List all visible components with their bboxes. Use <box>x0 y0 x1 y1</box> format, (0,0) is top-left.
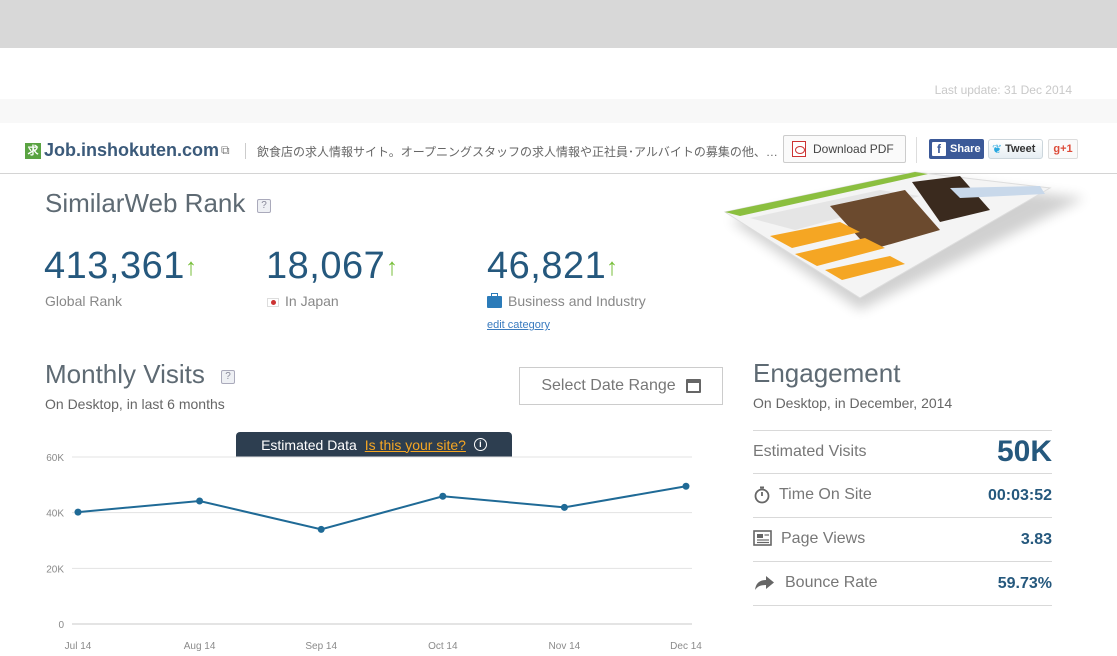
facebook-icon: f <box>932 142 946 156</box>
time-on-site-row: Time On Site 00:03:52 <box>753 474 1052 518</box>
data-point <box>682 482 690 490</box>
country-rank-value: 18,067 <box>266 245 386 287</box>
briefcase-icon <box>487 293 502 309</box>
page-views-value: 3.83 <box>1020 531 1052 548</box>
category-rank-up-arrow-icon: ↑ <box>606 254 618 281</box>
monthly-visits-chart: 0 20K 40K 60K Jul 14 Aug 14 Sep 14 Oct 14 Nov 14… <box>46 453 702 652</box>
date-range-label: Select Date Range <box>541 377 676 394</box>
site-screenshot-thumbnail <box>723 171 1085 310</box>
time-on-site-label: Time On Site <box>779 486 872 503</box>
engagement-section-title: Engagement <box>753 358 901 388</box>
x-tick-label: Dec 14 <box>670 641 702 652</box>
site-header-bar: 求 Job.inshokuten.com ⧉ 飲食店の求人情報サイト。オープニン… <box>0 99 1117 174</box>
x-tick-label: Sep 14 <box>305 641 337 652</box>
data-point <box>317 525 325 533</box>
rank-help-icon[interactable]: ? <box>257 199 271 213</box>
browser-top-bar <box>0 0 1117 48</box>
category-rank-label: Business and Industry <box>487 293 646 309</box>
y-tick-label: 40K <box>46 509 64 520</box>
calendar-icon <box>685 379 701 393</box>
country-rank-label: In Japan <box>267 293 339 309</box>
pdf-icon <box>792 141 806 157</box>
google-plus-button[interactable]: g+1 <box>1048 139 1078 159</box>
bounce-rate-value: 59.73% <box>997 575 1052 592</box>
page-views-label: Page Views <box>781 530 866 547</box>
x-tick-label: Aug 14 <box>184 641 216 652</box>
divider <box>245 143 246 159</box>
global-rank-up-arrow-icon: ↑ <box>185 254 197 281</box>
data-point <box>74 508 82 516</box>
estimated-visits-value: 50K <box>996 435 1052 468</box>
twitter-bird-icon: ❦ <box>992 142 1003 156</box>
visits-subtitle: On Desktop, in last 6 months <box>45 396 225 412</box>
global-rank-label: Global Rank <box>45 293 123 309</box>
select-date-range-button[interactable]: Select Date Range <box>519 367 723 405</box>
bounce-rate-label: Bounce Rate <box>785 574 878 591</box>
tweet-button[interactable]: ❦ Tweet <box>988 139 1043 159</box>
facebook-share-button[interactable]: f Share <box>929 139 984 159</box>
x-tick-label: Nov 14 <box>549 641 581 652</box>
global-rank-value: 413,361 <box>44 245 185 287</box>
visits-help-icon[interactable]: ? <box>221 370 235 384</box>
stopwatch-icon <box>754 486 770 504</box>
last-update-text: Last update: 31 Dec 2014 <box>934 83 1072 97</box>
y-tick-label: 60K <box>46 453 64 464</box>
site-favicon-icon: 求 <box>25 143 41 159</box>
page-views-row: Page Views 3.83 <box>753 518 1052 562</box>
category-rank-value: 46,821 <box>487 245 607 287</box>
page-views-icon <box>753 530 772 546</box>
rank-section-title: SimilarWeb Rank <box>45 188 246 218</box>
visits-line <box>77 485 687 531</box>
y-tick-label: 0 <box>58 620 64 631</box>
y-tick-label: 20K <box>46 564 64 575</box>
country-rank-up-arrow-icon: ↑ <box>386 254 398 281</box>
external-link-icon[interactable]: ⧉ <box>221 143 230 158</box>
divider <box>916 137 917 163</box>
download-pdf-label: Download PDF <box>813 142 894 156</box>
engagement-subtitle: On Desktop, in December, 2014 <box>753 395 953 411</box>
visits-section-title: Monthly Visits <box>45 359 205 389</box>
time-on-site-value: 00:03:52 <box>987 487 1052 504</box>
data-point <box>439 492 447 500</box>
tweet-label: Tweet <box>1005 143 1036 155</box>
download-pdf-button[interactable]: Download PDF <box>783 135 906 163</box>
estimated-visits-label: Estimated Visits <box>753 443 867 460</box>
edit-category-link[interactable]: edit category <box>487 319 550 331</box>
bounce-arrow-icon <box>755 576 774 590</box>
data-point <box>196 497 204 505</box>
japan-flag-icon <box>267 297 279 307</box>
x-tick-label: Jul 14 <box>65 641 92 652</box>
x-tick-label: Oct 14 <box>428 641 458 652</box>
site-name-link[interactable]: Job.inshokuten.com <box>44 140 219 161</box>
bounce-rate-row: Bounce Rate 59.73% <box>753 562 1052 606</box>
share-label: Share <box>950 143 981 155</box>
site-description: 飲食店の求人情報サイト。オープニングスタッフの求人情報や正社員･アルバイトの募集… <box>257 145 778 159</box>
data-point <box>560 503 568 511</box>
update-strip: Last update: 31 Dec 2014 <box>0 48 1117 99</box>
estimated-visits-row: Estimated Visits 50K <box>753 430 1052 474</box>
